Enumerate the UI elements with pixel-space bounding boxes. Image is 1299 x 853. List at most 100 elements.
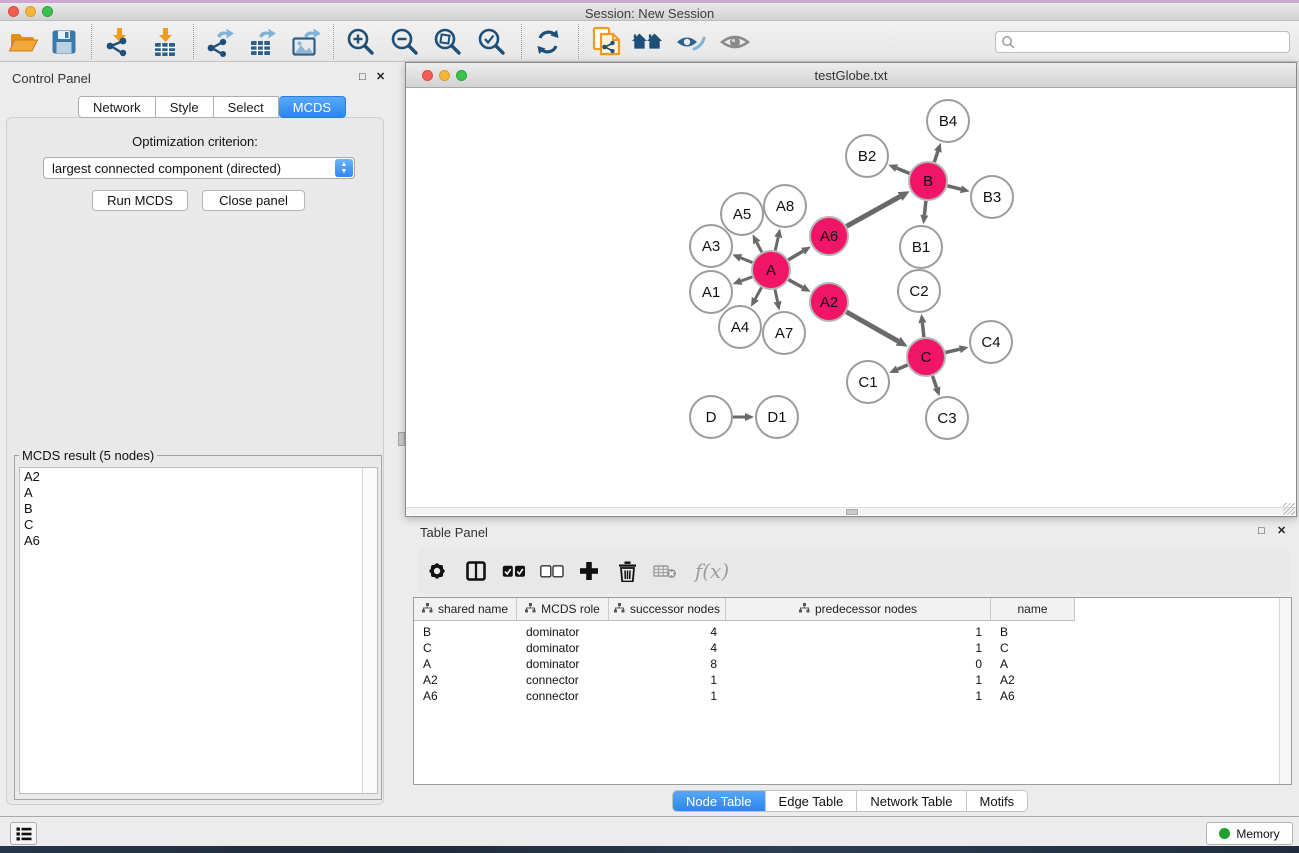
save-session-icon[interactable] — [48, 27, 80, 57]
mcds-result-list[interactable]: A2ABCA6 — [19, 467, 378, 794]
edge-A-A3[interactable] — [741, 258, 753, 263]
mcds-list-scrollbar[interactable] — [362, 468, 377, 793]
cell-successor-nodes: 4 — [609, 624, 726, 640]
network-horizontal-scroll-thumb[interactable] — [846, 509, 858, 515]
select-all-icon[interactable] — [499, 557, 529, 585]
edge-A-A7[interactable] — [775, 290, 777, 302]
edge-A-A4[interactable] — [755, 288, 761, 299]
edge-A-A6[interactable] — [788, 251, 803, 260]
control-panel-tabs: NetworkStyleSelectMCDS — [78, 96, 346, 118]
network-window-titlebar[interactable]: testGlobe.txt — [406, 63, 1296, 88]
search-input[interactable] — [1016, 35, 1289, 49]
zoom-out-icon[interactable] — [389, 27, 421, 57]
zoom-selected-icon[interactable] — [476, 27, 508, 57]
edge-C-C2[interactable] — [922, 323, 924, 337]
table-row[interactable]: A2connector11A2 — [414, 672, 1075, 688]
export-network-icon[interactable] — [204, 27, 236, 57]
edge-A-A1[interactable] — [741, 277, 752, 281]
column-header-successor-nodes[interactable]: successor nodes — [609, 598, 726, 621]
cell-name: A — [991, 656, 1075, 672]
memory-button[interactable]: Memory — [1206, 822, 1293, 845]
table-row[interactable]: Adominator80A — [414, 656, 1075, 672]
desktop-edge — [0, 846, 1299, 853]
edge-C-C4[interactable] — [945, 349, 959, 352]
close-panel-button[interactable]: Close panel — [202, 190, 305, 211]
refresh-icon[interactable] — [532, 27, 564, 57]
zoom-in-icon[interactable] — [345, 27, 377, 57]
memory-label: Memory — [1236, 827, 1279, 841]
network-canvas[interactable]: B4B2BB3A8A5A6A3B1AC2A1A2A4A7C4CC1DD1C3 — [406, 88, 1296, 508]
network-vertical-scroll-thumb[interactable] — [398, 432, 405, 446]
mcds-result-item[interactable]: A6 — [20, 532, 377, 548]
column-header-name[interactable]: name — [991, 598, 1075, 621]
table-vertical-scrollbar[interactable] — [1279, 598, 1291, 784]
cell-MCDS-role: connector — [517, 688, 609, 704]
cell-shared-name: A6 — [414, 688, 517, 704]
mcds-result-item[interactable]: A — [20, 484, 377, 500]
edge-B-B4[interactable] — [934, 151, 938, 162]
edge-C-C1[interactable] — [897, 365, 907, 369]
table-row[interactable]: Bdominator41B — [414, 624, 1075, 640]
tab-style[interactable]: Style — [156, 96, 214, 118]
edge-A6-B[interactable] — [846, 197, 900, 227]
edge-A-A2[interactable] — [789, 280, 803, 288]
mcds-result-item[interactable]: C — [20, 516, 377, 532]
tab-node-table[interactable]: Node Table — [673, 791, 765, 811]
mcds-result-item[interactable]: B — [20, 500, 377, 516]
column-header-predecessor-nodes[interactable]: predecessor nodes — [726, 598, 991, 621]
main-toolbar — [0, 21, 1299, 62]
cell-MCDS-role: dominator — [517, 656, 609, 672]
export-image-icon[interactable] — [289, 27, 321, 57]
edge-A-A8[interactable] — [775, 237, 778, 250]
optimization-criterion-dropdown[interactable]: largest connected component (directed) ▲… — [43, 157, 355, 179]
node-label-B4: B4 — [939, 113, 957, 130]
table-row[interactable]: Cdominator41C — [414, 640, 1075, 656]
edge-B-B2[interactable] — [897, 168, 910, 173]
hide-selected-icon[interactable] — [674, 27, 706, 57]
node-table[interactable]: shared nameMCDS rolesuccessor nodesprede… — [413, 597, 1292, 785]
float-table-panel-icon[interactable]: □ — [1258, 526, 1265, 537]
node-label-C2: C2 — [909, 283, 928, 300]
import-network-icon[interactable] — [103, 27, 135, 57]
edge-A-A5[interactable] — [757, 242, 762, 252]
tab-mcds[interactable]: MCDS — [279, 96, 346, 118]
tab-motifs[interactable]: Motifs — [966, 791, 1028, 811]
column-view-icon[interactable] — [461, 557, 491, 585]
import-table-icon[interactable] — [149, 27, 181, 57]
zoom-fit-icon[interactable] — [432, 27, 464, 57]
window-resize-grip[interactable] — [1283, 503, 1295, 515]
tab-select[interactable]: Select — [214, 96, 279, 118]
close-table-panel-icon[interactable]: ✕ — [1277, 526, 1286, 537]
mcds-result-item[interactable]: A2 — [20, 468, 377, 484]
show-all-icon[interactable] — [719, 27, 751, 57]
tab-edge-table[interactable]: Edge Table — [765, 791, 857, 811]
add-column-icon[interactable] — [574, 557, 604, 585]
table-row[interactable]: A6connector11A6 — [414, 688, 1075, 704]
network-horizontal-scrollbar[interactable] — [406, 507, 1296, 515]
float-panel-icon[interactable]: □ — [359, 72, 366, 83]
edge-B-B1[interactable] — [924, 201, 926, 215]
edge-C-C3[interactable] — [933, 376, 937, 388]
run-mcds-button[interactable]: Run MCDS — [92, 190, 188, 211]
control-panel-title: Control Panel — [12, 71, 91, 86]
column-header-MCDS-role[interactable]: MCDS role — [517, 598, 609, 621]
close-panel-icon[interactable]: ✕ — [376, 72, 385, 83]
task-history-button[interactable] — [10, 822, 37, 845]
column-header-shared-name[interactable]: shared name — [414, 598, 517, 621]
settings-gear-icon[interactable] — [422, 557, 452, 585]
mcds-result-groupbox: MCDS result (5 nodes) A2ABCA6 — [14, 455, 382, 800]
delete-column-trash-icon[interactable] — [612, 557, 642, 585]
export-table-icon[interactable] — [246, 27, 278, 57]
tab-network[interactable]: Network — [78, 96, 156, 118]
home-layout-icon[interactable] — [631, 27, 663, 57]
open-session-icon[interactable] — [7, 27, 39, 57]
search-field[interactable] — [995, 31, 1290, 53]
deselect-all-icon[interactable] — [537, 557, 567, 585]
toolbar-separator — [578, 24, 579, 59]
toolbar-separator — [91, 24, 92, 59]
clone-network-icon[interactable] — [591, 27, 623, 57]
tab-network-table[interactable]: Network Table — [856, 791, 965, 811]
edge-B-B3[interactable] — [947, 186, 961, 189]
cell-predecessor-nodes: 1 — [726, 672, 991, 688]
edge-A2-C[interactable] — [846, 312, 898, 341]
